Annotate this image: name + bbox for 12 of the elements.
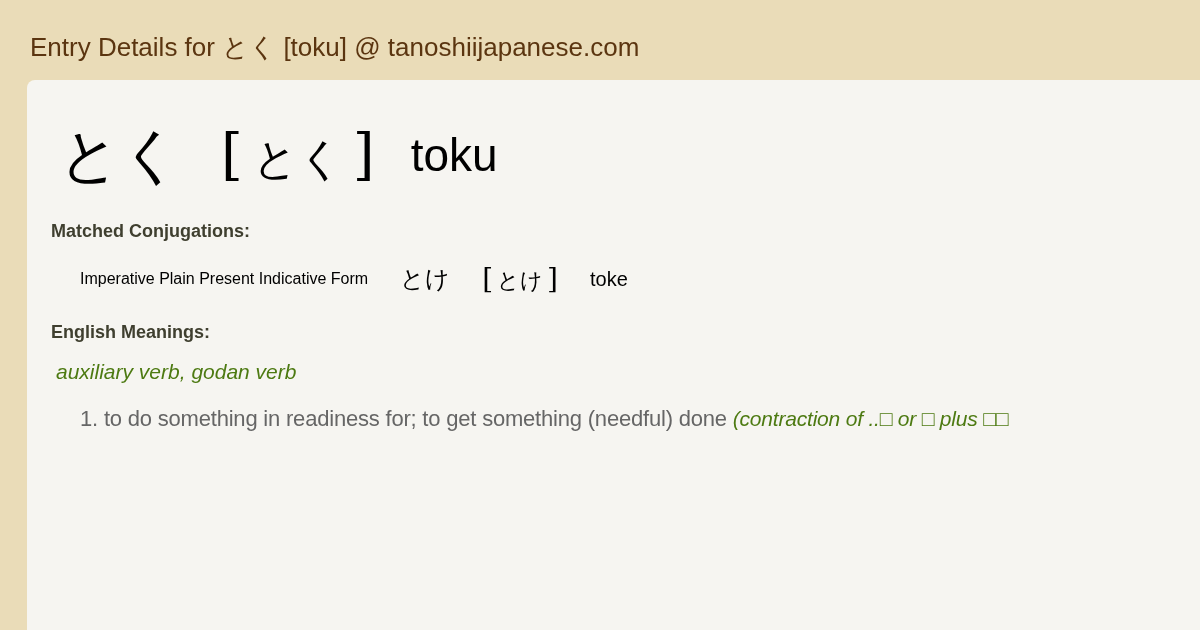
section-heading: English Meanings: (51, 321, 211, 344)
entry-word: とく (59, 125, 181, 185)
entry-romaji: toku (410, 132, 498, 178)
entry-reading: [ とく ] (221, 127, 375, 183)
conjugation-form: Imperative Plain Present Indicative Form (80, 269, 369, 289)
conjugation-reading: [とけ] (482, 261, 558, 297)
section-heading: Matched Conjugations: (51, 220, 251, 243)
page-title: Entry Details for とく [toku] @ tanoshiijapanese.com (30, 30, 640, 64)
part-of-speech: auxiliary verb, godan verb (56, 359, 298, 385)
meaning-text: 1. to do something in readiness for; to get something (needful) done (contraction of ..□ or □ plus □□ (80, 404, 1010, 433)
conjugation-romaji: toke (590, 267, 628, 292)
conjugation-word: とけ (400, 264, 451, 295)
